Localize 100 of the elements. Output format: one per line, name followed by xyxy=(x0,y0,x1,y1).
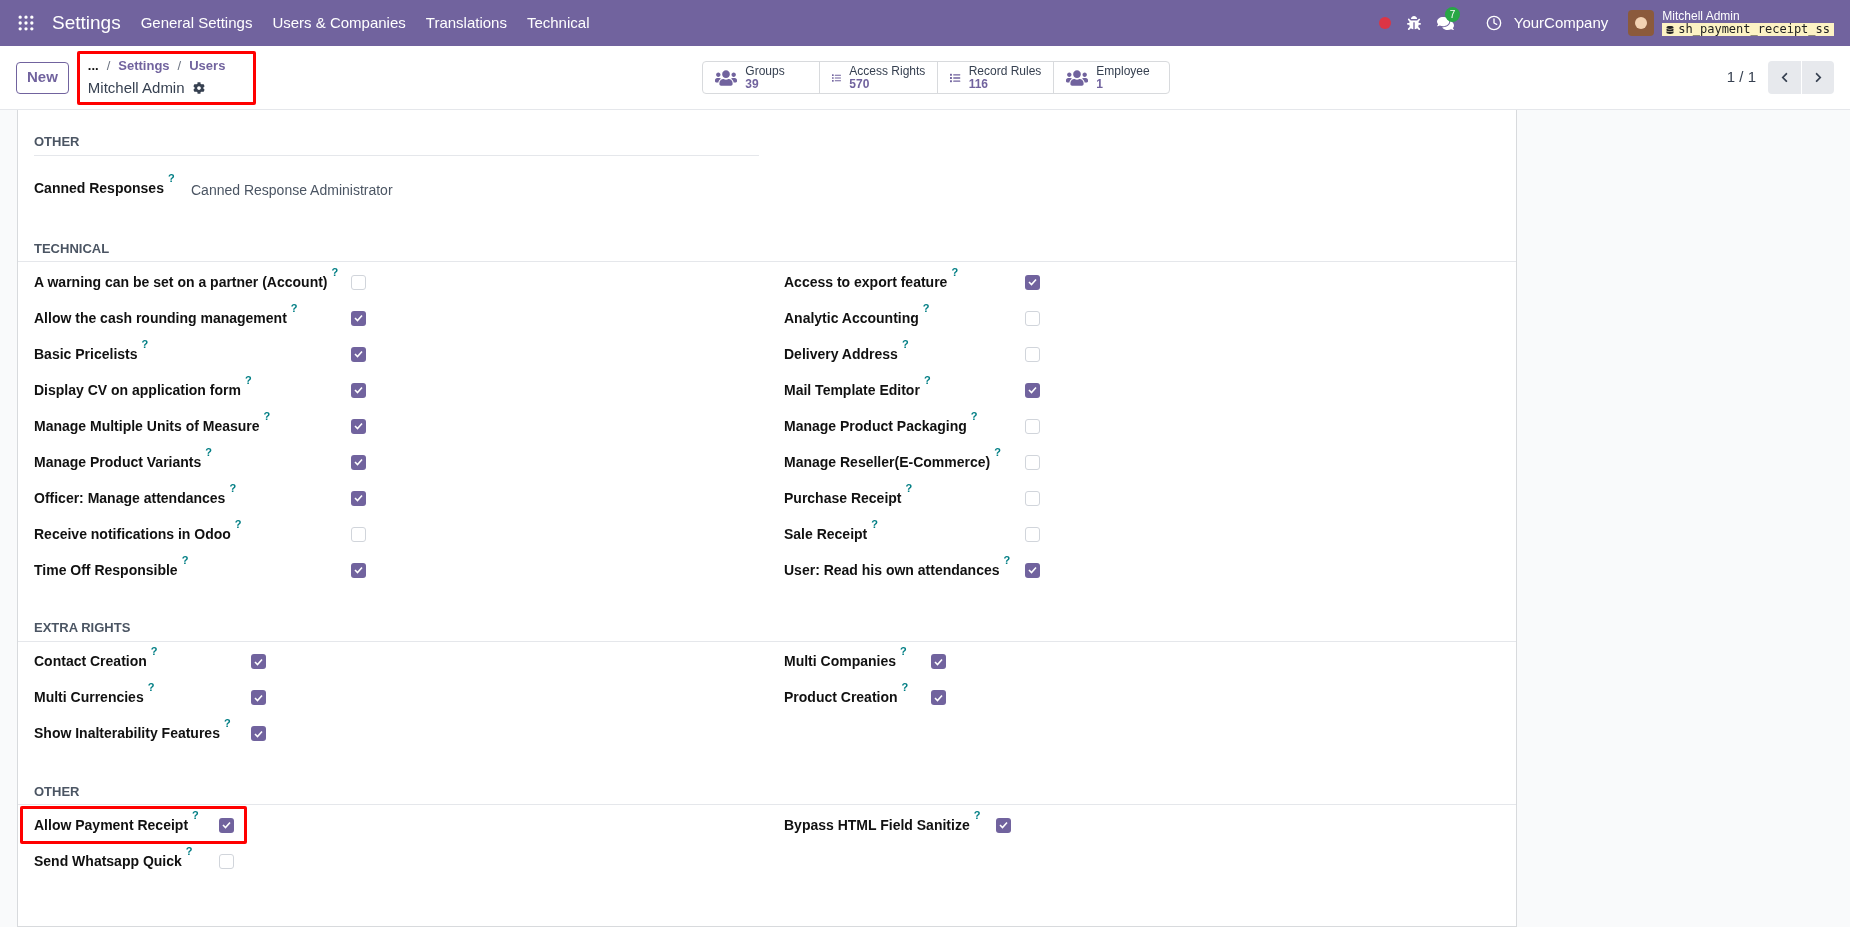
checkbox[interactable] xyxy=(251,726,266,741)
checkbox[interactable] xyxy=(351,526,366,542)
help-tooltip-icon[interactable]: ? xyxy=(205,443,212,473)
help-tooltip-icon[interactable]: ? xyxy=(244,371,252,401)
breadcrumb-separator: / xyxy=(106,56,111,75)
setting-label: Contact Creation xyxy=(34,652,147,671)
setting-label: Basic Pricelists xyxy=(34,344,138,364)
help-tooltip-icon[interactable]: ? xyxy=(223,715,231,744)
breadcrumb-ellipsis[interactable]: ... xyxy=(87,55,99,75)
setting-label: Sale Receipt xyxy=(784,524,868,544)
help-tooltip-icon[interactable]: ? xyxy=(181,551,189,581)
setting-label: User: Read his own attendances xyxy=(784,560,1000,580)
checkbox[interactable] xyxy=(931,690,946,705)
pager-value: 1 / 1 xyxy=(1726,67,1756,88)
help-tooltip-icon[interactable]: ? xyxy=(290,299,298,329)
smart-button[interactable]: Employee 1 xyxy=(1053,62,1170,93)
smart-button[interactable]: Groups 39 xyxy=(703,62,820,93)
help-tooltip-icon[interactable]: ? xyxy=(900,643,907,672)
user-avatar[interactable] xyxy=(1628,10,1655,36)
help-tooltip-icon[interactable]: ? xyxy=(192,806,199,836)
help-tooltip-icon[interactable]: ? xyxy=(150,643,158,672)
apps-menu-icon[interactable] xyxy=(16,13,36,33)
bug-icon[interactable] xyxy=(1406,16,1421,30)
checkbox[interactable] xyxy=(351,490,366,506)
help-tooltip-icon[interactable]: ? xyxy=(994,443,1001,473)
help-tooltip-icon[interactable]: ? xyxy=(901,679,909,708)
setting-label: Mail Template Editor xyxy=(784,380,920,400)
menu-item[interactable]: Translations xyxy=(425,11,507,35)
checkmark-icon xyxy=(354,422,363,430)
checkbox[interactable] xyxy=(219,853,234,869)
checkbox[interactable] xyxy=(931,654,946,669)
checkmark-icon xyxy=(254,657,263,666)
user-name[interactable]: Mitchell Admin xyxy=(1662,10,1834,23)
menu-item[interactable]: General Settings xyxy=(140,11,253,35)
setting-label: Display CV on application form xyxy=(34,380,241,400)
checkbox[interactable] xyxy=(351,274,366,290)
setting-label: Analytic Accounting xyxy=(784,308,919,328)
setting-label: Send Whatsapp Quick xyxy=(34,851,182,871)
checkbox[interactable] xyxy=(351,382,366,398)
help-tooltip-icon[interactable]: ? xyxy=(331,263,339,293)
checkbox[interactable] xyxy=(1025,382,1040,398)
smart-button-count: 570 xyxy=(849,77,871,91)
next-button[interactable] xyxy=(1801,61,1834,94)
field-label: Canned Responses xyxy=(34,178,164,198)
breadcrumb-link[interactable]: Users xyxy=(189,55,226,75)
section-heading: EXTRA RIGHTS xyxy=(18,618,1516,642)
checkbox[interactable] xyxy=(1025,562,1040,578)
help-tooltip-icon[interactable]: ? xyxy=(141,335,149,365)
checkbox[interactable] xyxy=(219,817,234,833)
help-tooltip-icon[interactable]: ? xyxy=(1003,551,1011,581)
help-tooltip-icon[interactable]: ? xyxy=(970,407,978,437)
help-tooltip-icon[interactable]: ? xyxy=(923,371,931,401)
help-tooltip-icon[interactable]: ? xyxy=(973,806,981,836)
help-tooltip-icon[interactable]: ? xyxy=(167,169,175,199)
help-tooltip-icon[interactable]: ? xyxy=(185,842,193,872)
checkmark-icon xyxy=(354,566,363,574)
smart-button-label: Employee xyxy=(1096,64,1150,78)
checkbox[interactable] xyxy=(1025,526,1040,542)
checkmark-icon xyxy=(354,458,363,466)
new-button[interactable]: New xyxy=(16,61,69,94)
checkbox[interactable] xyxy=(351,346,366,362)
checkbox[interactable] xyxy=(1025,310,1040,326)
chevron-left-icon xyxy=(1779,72,1790,83)
checkmark-icon xyxy=(254,693,263,702)
smart-button-count: 116 xyxy=(968,77,989,91)
checkbox[interactable] xyxy=(1025,274,1040,290)
help-tooltip-icon[interactable]: ? xyxy=(901,335,909,365)
help-tooltip-icon[interactable]: ? xyxy=(871,515,878,545)
users-icon xyxy=(1066,68,1089,87)
app-title[interactable]: Settings xyxy=(52,8,121,38)
smart-button[interactable]: Access Rights 570 xyxy=(819,62,938,93)
help-tooltip-icon[interactable]: ? xyxy=(905,479,913,509)
checkbox[interactable] xyxy=(1025,346,1040,362)
checkbox[interactable] xyxy=(351,454,366,470)
checkbox[interactable] xyxy=(996,817,1011,833)
breadcrumb-link[interactable]: Settings xyxy=(118,55,170,75)
record-title: Mitchell Admin xyxy=(87,78,185,98)
help-tooltip-icon[interactable]: ? xyxy=(922,299,930,329)
help-tooltip-icon[interactable]: ? xyxy=(229,479,237,509)
checkmark-icon xyxy=(354,350,363,358)
checkbox[interactable] xyxy=(351,562,366,578)
company-name[interactable]: YourCompany xyxy=(1513,11,1609,35)
clock-icon[interactable] xyxy=(1485,15,1502,31)
help-tooltip-icon[interactable]: ? xyxy=(951,263,959,293)
checkbox[interactable] xyxy=(1025,490,1040,506)
help-tooltip-icon[interactable]: ? xyxy=(147,679,155,708)
setting-label: Allow the cash rounding management xyxy=(34,308,287,328)
menu-item[interactable]: Technical xyxy=(526,11,590,35)
settings-icon[interactable] xyxy=(192,82,205,95)
smart-button[interactable]: Record Rules 116 xyxy=(937,62,1054,93)
checkbox[interactable] xyxy=(1025,418,1040,434)
help-tooltip-icon[interactable]: ? xyxy=(263,407,271,437)
help-tooltip-icon[interactable]: ? xyxy=(234,515,242,545)
checkbox[interactable] xyxy=(351,310,366,326)
checkbox[interactable] xyxy=(251,654,266,669)
checkbox[interactable] xyxy=(251,690,266,705)
users-icon xyxy=(715,68,738,87)
menu-item[interactable]: Users & Companies xyxy=(272,11,406,35)
checkbox[interactable] xyxy=(1025,454,1040,470)
checkbox[interactable] xyxy=(351,418,366,434)
